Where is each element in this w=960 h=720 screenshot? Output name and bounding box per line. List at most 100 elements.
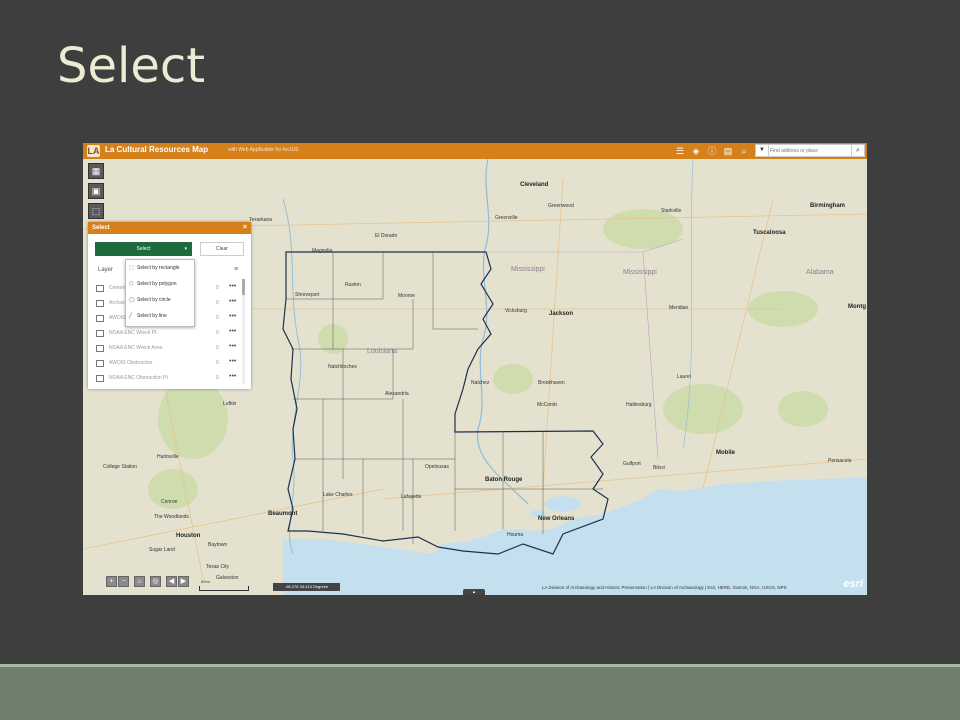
map-navigation: + − ⌂ ◎ ◀ ▶ bbox=[106, 576, 192, 588]
more-options-icon[interactable]: ••• bbox=[229, 298, 236, 305]
map-label-new-orleans: New Orleans bbox=[538, 516, 575, 522]
map-label-natchez: Natchez bbox=[471, 380, 490, 386]
map-label-cleveland: Cleveland bbox=[520, 182, 549, 188]
layer-row[interactable]: NOAA ENC Wreck Pt 0 ••• bbox=[96, 327, 241, 341]
menu-item-label: Select by circle bbox=[137, 297, 171, 303]
more-options-icon[interactable]: ••• bbox=[229, 283, 236, 290]
layer-name: NOAA ENC Obstruction Pt bbox=[109, 375, 168, 381]
map-label-houma: Houma bbox=[507, 532, 524, 538]
layer-count: 0 bbox=[216, 315, 219, 321]
layer-count: 0 bbox=[216, 345, 219, 351]
map-label-baton-rouge: Baton Rouge bbox=[485, 477, 523, 483]
map-label-vicksburg: Vicksburg bbox=[505, 308, 527, 314]
slide-title: Select bbox=[57, 38, 206, 94]
more-options-icon[interactable]: ••• bbox=[229, 373, 236, 380]
search-source-dropdown[interactable]: ▼ bbox=[756, 145, 769, 156]
app-title: La Cultural Resources Map bbox=[105, 145, 209, 154]
map-label-brookhaven: Brookhaven bbox=[538, 380, 565, 386]
map-label-mississippi-2: Mississippi bbox=[623, 269, 657, 276]
map-label-pensacola: Pensacola bbox=[828, 458, 852, 464]
clear-button[interactable]: Clear bbox=[200, 242, 244, 256]
attribute-table-toggle[interactable]: ▲ bbox=[463, 589, 485, 595]
layer-icon bbox=[96, 315, 104, 322]
menu-item-select-by-rectangle[interactable]: ⬚ Select by rectangle bbox=[129, 262, 191, 274]
map-label-lufkin: Lufkin bbox=[223, 401, 237, 407]
map-label-meridian: Meridian bbox=[669, 305, 689, 311]
panel-header: Select × bbox=[88, 222, 251, 234]
map-label-alabama: Alabama bbox=[806, 269, 834, 276]
polygon-select-icon: ⬠ bbox=[129, 281, 134, 287]
layer-icon bbox=[96, 285, 104, 292]
layer-count: 0 bbox=[216, 285, 219, 291]
menu-item-select-by-circle[interactable]: ◯ Select by circle bbox=[129, 294, 191, 306]
map-label-lafayette: Lafayette bbox=[401, 494, 422, 500]
layer-icon bbox=[96, 360, 104, 367]
filter-icon[interactable]: ≡ bbox=[234, 266, 238, 273]
widget-grid-icon[interactable]: ▦ bbox=[88, 163, 104, 179]
layer-name: NOAA ENC Wreck Pt bbox=[109, 330, 157, 336]
layer-row[interactable]: NOAA ENC Wreck Area 0 ••• bbox=[96, 342, 241, 356]
map-label-conroe: Conroe bbox=[161, 499, 178, 505]
zoom-out-icon[interactable]: − bbox=[118, 576, 129, 587]
map-label-sugar-land: Sugar Land bbox=[149, 547, 175, 553]
map-label-greenville: Greenville bbox=[495, 215, 518, 221]
attribution[interactable]: LA Division of Archaeology and Historic … bbox=[542, 585, 787, 590]
map-label-el-dorado: El Dorado bbox=[375, 233, 398, 239]
search-box: ▼ ⌕ bbox=[755, 144, 865, 157]
map-label-laurel: Laurel bbox=[677, 374, 691, 380]
search-icon[interactable]: ⌕ bbox=[851, 145, 864, 156]
info-icon[interactable]: ⓘ bbox=[707, 146, 717, 156]
map-label-alexandria: Alexandria bbox=[385, 391, 409, 397]
close-icon[interactable]: × bbox=[243, 222, 247, 234]
chevron-down-icon[interactable]: ▾ bbox=[184, 242, 187, 256]
app-screenshot: Cleveland Greenwood Starkville Tuscaloos… bbox=[83, 143, 867, 595]
more-options-icon[interactable]: ••• bbox=[229, 328, 236, 335]
coordinate-readout: -96.276 33.413 Degrees bbox=[273, 583, 340, 591]
app-header: LA La Cultural Resources Map with Web Ap… bbox=[83, 143, 867, 159]
menu-item-select-by-polygon[interactable]: ⬠ Select by polygon bbox=[129, 278, 191, 290]
layer-icon bbox=[96, 330, 104, 337]
map-label-huntsville: Huntsville bbox=[157, 454, 179, 460]
esri-logo: esri bbox=[843, 578, 863, 590]
basemap-gallery-icon[interactable]: ▣ bbox=[88, 183, 104, 199]
more-options-icon[interactable]: ••• bbox=[229, 313, 236, 320]
layer-icon bbox=[96, 300, 104, 307]
map-label-hattiesburg: Hattiesburg bbox=[626, 402, 652, 408]
layer-count: 0 bbox=[216, 360, 219, 366]
my-location-icon[interactable]: ◎ bbox=[150, 576, 161, 587]
layer-name: NOAA ENC Wreck Area bbox=[109, 345, 162, 351]
select-icon[interactable]: ⌕ bbox=[739, 146, 749, 156]
map-label-the-woodlands: The Woodlands bbox=[154, 514, 189, 520]
layer-count: 0 bbox=[216, 375, 219, 381]
menu-item-label: Select by rectangle bbox=[137, 265, 180, 271]
search-input[interactable] bbox=[770, 145, 850, 156]
layer-row[interactable]: NOAA ENC Obstruction Pt 0 ••• bbox=[96, 372, 241, 386]
scrollbar-thumb[interactable] bbox=[242, 279, 245, 295]
app-subtitle: with Web AppBuilder for ArcGIS bbox=[228, 147, 299, 153]
scale-bar bbox=[199, 586, 249, 591]
map-label-magnolia: Magnolia bbox=[312, 248, 333, 254]
zoom-in-icon[interactable]: + bbox=[106, 576, 117, 587]
footer-band bbox=[0, 667, 960, 720]
select-button[interactable]: Select ▾ bbox=[95, 242, 192, 256]
more-options-icon[interactable]: ••• bbox=[229, 358, 236, 365]
previous-extent-icon[interactable]: ◀ bbox=[166, 576, 177, 587]
layers-icon[interactable]: ◈ bbox=[691, 146, 701, 156]
print-icon[interactable]: ▤ bbox=[723, 146, 733, 156]
select-tool-icon[interactable]: ⬚ bbox=[88, 203, 104, 219]
next-extent-icon[interactable]: ▶ bbox=[178, 576, 189, 587]
app-logo: LA bbox=[87, 145, 100, 157]
more-options-icon[interactable]: ••• bbox=[229, 343, 236, 350]
map-label-mississippi: Mississippi bbox=[511, 266, 545, 273]
map-label-texas-city: Texas City bbox=[206, 564, 230, 570]
home-icon[interactable]: ⌂ bbox=[134, 576, 145, 587]
map-label-baytown: Baytown bbox=[208, 542, 228, 548]
map-label-lake-charles: Lake Charles bbox=[323, 492, 353, 498]
menu-item-select-by-line[interactable]: ╱ Select by line bbox=[129, 310, 191, 322]
map-label-montgomery: Montg bbox=[848, 304, 866, 310]
layer-row[interactable]: AWOIS Obstruction 0 ••• bbox=[96, 357, 241, 371]
legend-icon[interactable]: ☰ bbox=[675, 146, 685, 156]
map-label-biloxi: Biloxi bbox=[653, 465, 665, 471]
scale-label: 60mi bbox=[201, 579, 210, 584]
map-label-shreveport: Shreveport bbox=[295, 292, 320, 298]
